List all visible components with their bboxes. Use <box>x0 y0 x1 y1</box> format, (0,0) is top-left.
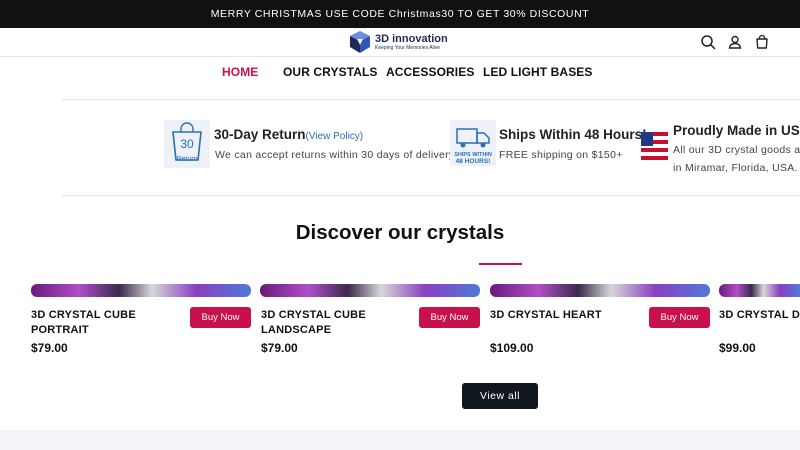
return-icon-number: 30 <box>180 137 194 151</box>
cart-icon[interactable] <box>754 34 770 50</box>
product-name-line1: 3D CRYSTAL DIA <box>719 309 800 321</box>
product-image[interactable] <box>719 284 800 297</box>
view-policy-link[interactable]: (View Policy) <box>306 131 364 142</box>
feature-usa-desc-2: in Miramar, Florida, USA. <box>673 162 798 174</box>
feature-return-title-text: 30-Day Return <box>214 127 306 142</box>
announcement-bar: MERRY CHRISTMAS USE CODE Christmas30 TO … <box>0 0 800 28</box>
cube-logo-icon <box>350 31 370 53</box>
product-name-line1: 3D CRYSTAL CUBE <box>31 309 136 321</box>
product-name-line1: 3D CRYSTAL HEART <box>490 309 602 321</box>
product-name-line2: LANDSCAPE <box>261 323 332 336</box>
nav-led-light-bases[interactable]: LED LIGHT BASES <box>483 65 593 79</box>
title-underline <box>479 263 522 265</box>
product-price: $99.00 <box>719 341 756 355</box>
product-name[interactable]: 3D CRYSTAL DIA <box>719 308 800 323</box>
buy-now-button[interactable]: Buy Now <box>419 307 480 328</box>
return-30-icon: 30 Return <box>164 120 210 168</box>
nav-home[interactable]: HOME <box>222 65 258 79</box>
feature-return-title: 30-Day Return(View Policy) <box>214 127 363 142</box>
brand-name: 3D innovation <box>375 32 448 45</box>
return-icon-label: Return <box>176 156 197 163</box>
nav-accessories[interactable]: ACCESSORIES <box>386 65 474 79</box>
divider <box>62 99 800 100</box>
feature-ships-title: Ships Within 48 Hours! <box>499 127 647 142</box>
product-price: $79.00 <box>261 341 298 355</box>
account-icon[interactable] <box>727 34 743 50</box>
footer-band <box>0 430 800 450</box>
product-name-line1: 3D CRYSTAL CUBE <box>261 309 366 321</box>
nav-our-crystals[interactable]: OUR CRYSTALS <box>283 65 378 79</box>
product-image[interactable] <box>260 284 480 297</box>
product-price: $79.00 <box>31 341 68 355</box>
usa-flag-icon <box>641 132 668 160</box>
product-name-line2: PORTRAIT <box>31 323 89 336</box>
product-name[interactable]: 3D CRYSTAL CUBE LANDSCAPE <box>261 308 366 337</box>
view-all-button[interactable]: View all <box>462 383 538 409</box>
buy-now-button[interactable]: Buy Now <box>649 307 710 328</box>
svg-text:48 HOURS!: 48 HOURS! <box>456 158 491 165</box>
product-image[interactable] <box>490 284 710 297</box>
buy-now-button[interactable]: Buy Now <box>190 307 251 328</box>
feature-ships-desc: FREE shipping on $150+ <box>499 149 623 161</box>
search-icon[interactable] <box>700 34 716 50</box>
main-nav: HOME OUR CRYSTALS ACCESSORIES LED LIGHT … <box>0 57 800 87</box>
divider <box>62 195 800 196</box>
feature-usa-desc: All our 3D crystal goods ar <box>673 144 800 156</box>
product-price: $109.00 <box>490 341 534 355</box>
shipping-truck-icon: SHIPS WITHIN 48 HOURS! <box>450 120 496 166</box>
section-title: Discover our crystals <box>295 221 505 244</box>
product-name[interactable]: 3D CRYSTAL CUBE PORTRAIT <box>31 308 136 337</box>
feature-return-desc: We can accept returns within 30 days of … <box>215 149 457 161</box>
product-image[interactable] <box>31 284 251 297</box>
site-header: 3D innovation Keeping Your Memories Aliv… <box>0 28 800 57</box>
brand-logo[interactable]: 3D innovation Keeping Your Memories Aliv… <box>348 30 448 54</box>
feature-usa-title: Proudly Made in USA <box>673 123 800 138</box>
brand-tagline: Keeping Your Memories Alive <box>375 44 441 51</box>
product-name[interactable]: 3D CRYSTAL HEART <box>490 308 602 323</box>
